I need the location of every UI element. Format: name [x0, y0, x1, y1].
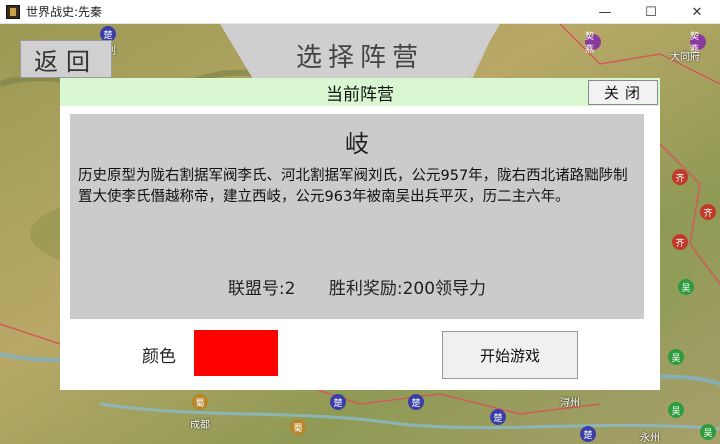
map-marker[interactable]: 蜀 — [290, 419, 306, 435]
map-marker[interactable]: 吴 — [668, 349, 684, 365]
map-marker[interactable]: 楚 — [490, 409, 506, 425]
faction-info-panel: 岐 历史原型为陇右割据军阀李氏、河北割据军阀刘氏，公元957年，陇右西北诸路黜陟… — [70, 114, 644, 319]
map-marker[interactable]: 蜀 — [192, 394, 208, 410]
select-faction-banner: 选择阵营 — [220, 24, 500, 80]
map-marker[interactable]: 齐 — [672, 234, 688, 250]
faction-stats: 联盟号:2 胜利奖励:200领导力 — [70, 274, 644, 299]
map-marker[interactable]: 吴 — [700, 424, 716, 440]
victory-reward: 胜利奖励:200领导力 — [328, 279, 487, 299]
faction-dialog: 当前阵营 关闭 岐 历史原型为陇右割据军阀李氏、河北割据军阀刘氏，公元957年，… — [60, 78, 660, 390]
faction-description: 历史原型为陇右割据军阀李氏、河北割据军阀刘氏，公元957年，陇右西北诸路黜陟制置… — [78, 168, 628, 205]
map-place-label: 大同府 — [670, 52, 700, 63]
window-controls: — ☐ ✕ — [582, 0, 720, 24]
start-game-button[interactable]: 开始游戏 — [442, 331, 578, 379]
back-button[interactable]: 返回 — [20, 40, 112, 78]
maximize-button[interactable]: ☐ — [628, 0, 674, 24]
map-marker[interactable]: 楚 — [408, 394, 424, 410]
map-place-label: 永州 — [640, 433, 660, 444]
map-marker[interactable]: 齐 — [700, 204, 716, 220]
map-place-label: 成都 — [190, 420, 210, 431]
map-place-label: 浔州 — [560, 398, 580, 409]
window-titlebar: 世界战史:先秦 — ☐ ✕ — [0, 0, 720, 24]
color-label: 颜色 — [142, 347, 176, 367]
close-button[interactable]: 关闭 — [588, 80, 658, 105]
minimize-button[interactable]: — — [582, 0, 628, 24]
map-marker[interactable]: 楚 — [330, 394, 346, 410]
faction-color-swatch — [194, 330, 278, 376]
dialog-header: 当前阵营 — [60, 78, 660, 106]
map-marker[interactable]: 契燕 — [585, 32, 601, 55]
map-marker[interactable]: 吴 — [668, 402, 684, 418]
close-window-button[interactable]: ✕ — [674, 0, 720, 24]
alliance-number: 联盟号:2 — [227, 279, 296, 299]
map-marker[interactable]: 楚 — [580, 426, 596, 442]
map-marker[interactable]: 吴 — [678, 279, 694, 295]
app-icon — [6, 4, 20, 19]
map-marker[interactable]: 齐 — [672, 169, 688, 185]
window-title: 世界战史:先秦 — [26, 5, 103, 19]
faction-name: 岐 — [345, 130, 369, 158]
